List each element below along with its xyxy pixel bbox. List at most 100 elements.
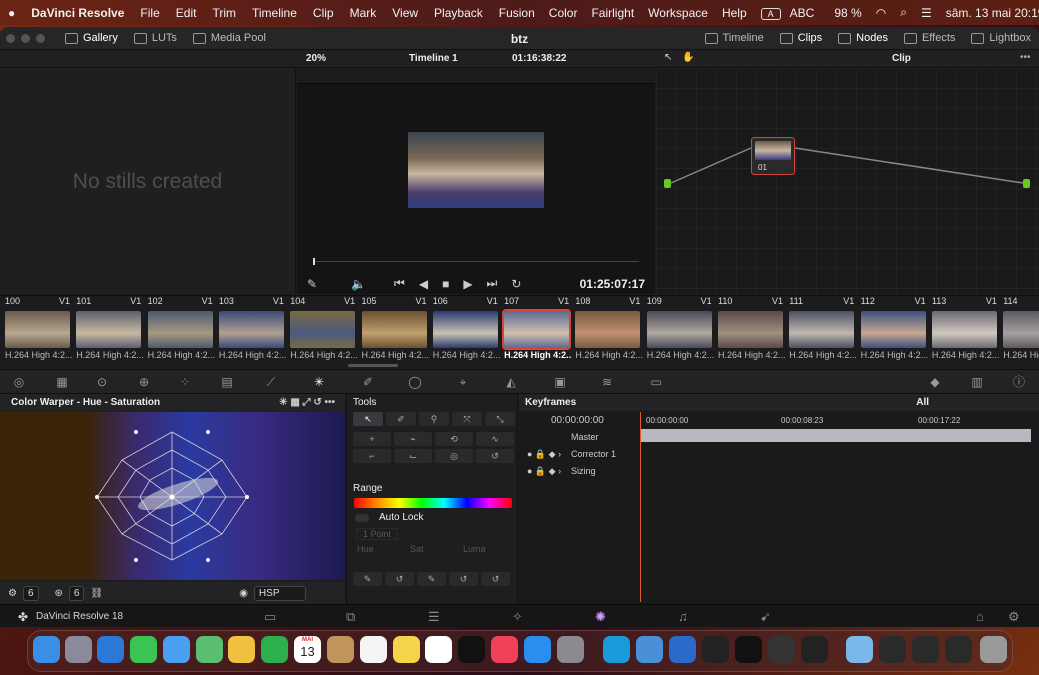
clip-mode-select[interactable]: Clip xyxy=(892,53,911,64)
recent-window-icon[interactable] xyxy=(912,636,939,663)
smooth-icon[interactable]: ∿ xyxy=(476,432,514,446)
notes-icon[interactable] xyxy=(393,636,420,663)
terminal-icon[interactable] xyxy=(735,636,762,663)
magic-mask-icon[interactable]: ◭ xyxy=(504,376,518,388)
preview-icon[interactable] xyxy=(636,636,663,663)
color-space-select[interactable]: HSP xyxy=(253,585,306,601)
scopes-icon[interactable]: ▥ xyxy=(970,376,984,388)
menu-fusion[interactable]: Fusion xyxy=(491,6,543,20)
jump-end-icon[interactable]: ⏭ xyxy=(487,276,498,291)
picker-luma-icon[interactable]: ✎ xyxy=(417,572,446,586)
appletv-icon[interactable] xyxy=(458,636,485,663)
clip-thumbnail[interactable]: 105 V1 H.264 High 4:2... xyxy=(359,296,430,362)
quicktime-icon[interactable] xyxy=(801,636,828,663)
clip-thumbnail[interactable]: 111 V1 H.264 High 4:2... xyxy=(786,296,857,362)
jump-start-icon[interactable]: ⏮ xyxy=(394,276,405,291)
hue-wheel-icon[interactable]: ◎ xyxy=(435,449,473,463)
color-warper-icon[interactable]: ✳ xyxy=(312,376,326,388)
system-settings-icon[interactable] xyxy=(557,636,584,663)
menu-app-name[interactable]: DaVinci Resolve xyxy=(23,6,132,20)
clip-thumbnail[interactable]: 114 H.264 High xyxy=(1000,296,1039,362)
activity-monitor-icon[interactable] xyxy=(702,636,729,663)
photos-icon[interactable] xyxy=(228,636,255,663)
music-icon[interactable] xyxy=(491,636,518,663)
primaries-wheels-icon[interactable]: ⊙ xyxy=(95,376,109,388)
pin-tool-icon[interactable]: ✐ xyxy=(386,412,416,426)
menu-file[interactable]: File xyxy=(132,6,167,20)
clip-thumbnail[interactable]: 104 V1 H.264 High 4:2... xyxy=(287,296,358,362)
hdr-wheels-icon[interactable]: ⊕ xyxy=(137,376,151,388)
menu-help[interactable]: Help xyxy=(716,6,753,20)
clip-thumbnail[interactable]: 103 V1 H.264 High 4:2... xyxy=(216,296,287,362)
clip-thumbnail[interactable]: 108 V1 H.264 High 4:2... xyxy=(572,296,643,362)
menu-edit[interactable]: Edit xyxy=(168,6,205,20)
camera-raw-icon[interactable]: ◎ xyxy=(12,376,26,388)
safari-icon[interactable] xyxy=(97,636,124,663)
viewer-frame-image[interactable] xyxy=(408,132,544,208)
loop-icon[interactable]: ↻ xyxy=(511,277,521,291)
select-tool-icon[interactable]: ↖ xyxy=(353,412,383,426)
menu-clip[interactable]: Clip xyxy=(305,6,342,20)
viewer-timecode[interactable]: 01:16:38:22 xyxy=(512,53,566,64)
hand-tool-icon[interactable]: ✋ xyxy=(682,52,694,63)
auto-lock-switch[interactable] xyxy=(355,513,369,522)
clip-thumbnail[interactable]: 113 V1 H.264 High 4:2... xyxy=(929,296,1000,362)
contract-tool-icon[interactable]: ⤡ xyxy=(485,412,515,426)
home-icon[interactable]: ⌂ xyxy=(976,609,984,624)
menu-workspace[interactable]: Workspace xyxy=(642,6,714,20)
point-select[interactable]: 1 Point xyxy=(356,528,399,540)
link-icon[interactable]: ⛓ xyxy=(90,588,103,599)
davinci-resolve-dock-icon[interactable] xyxy=(768,636,795,663)
pointer-tool-icon[interactable]: ↖ xyxy=(664,52,672,63)
add-line-icon[interactable]: ⌁ xyxy=(394,432,432,446)
trash-icon[interactable] xyxy=(980,636,1007,663)
clip-thumbnail[interactable]: 110 V1 H.264 High 4:2... xyxy=(715,296,786,362)
menu-timeline[interactable]: Timeline xyxy=(244,6,305,20)
page-edit-icon[interactable]: ☰ xyxy=(428,609,440,625)
calendar-icon[interactable]: MAI 13 xyxy=(294,636,321,663)
color-warper-mesh[interactable] xyxy=(0,412,345,580)
keyframe-row-sizing[interactable]: ● 🔒 ◆ › Sizing xyxy=(519,463,1039,479)
page-cut-icon[interactable]: ⧉ xyxy=(346,609,355,625)
hue-grid-select[interactable]: 6 xyxy=(22,585,39,601)
clip-thumbnail[interactable]: 109 V1 H.264 High 4:2... xyxy=(644,296,715,362)
auto-lock-toggle[interactable]: Auto Lock xyxy=(355,512,423,523)
battery-status[interactable]: 98 % xyxy=(828,6,867,20)
page-media-icon[interactable]: ▭ xyxy=(264,609,276,625)
motion-effects-icon[interactable]: ▤ xyxy=(220,376,234,388)
reset-luma-icon[interactable]: ↺ xyxy=(449,572,478,586)
edge-icon[interactable] xyxy=(603,636,630,663)
blur-icon[interactable]: ▣ xyxy=(553,376,567,388)
picker-icon[interactable]: ✎ xyxy=(307,277,317,291)
info-icon[interactable]: ⓘ xyxy=(1012,376,1026,388)
freeform-icon[interactable] xyxy=(425,636,452,663)
sizing-icon[interactable]: ▭ xyxy=(649,376,663,388)
screens-icon[interactable] xyxy=(669,636,696,663)
point-tool-icon[interactable]: ⚲ xyxy=(419,412,449,426)
spotlight-search-icon[interactable]: ⌕ xyxy=(894,5,913,20)
messages-icon[interactable] xyxy=(130,636,157,663)
contacts-icon[interactable] xyxy=(327,636,354,663)
clip-thumbnail[interactable]: 102 V1 H.264 High 4:2... xyxy=(145,296,216,362)
keyframes-icon[interactable]: ◆ xyxy=(928,376,942,388)
control-center-icon[interactable]: ☰ xyxy=(915,6,938,20)
folder-icon[interactable] xyxy=(846,636,873,663)
expand-tool-icon[interactable]: ⤧ xyxy=(452,412,482,426)
reset-all-icon[interactable]: ↺ xyxy=(481,572,510,586)
menu-color[interactable]: Color xyxy=(543,6,584,20)
picker-hue-icon[interactable]: ✎ xyxy=(353,572,382,586)
add-point-icon[interactable]: + xyxy=(353,432,391,446)
recent-window-icon[interactable] xyxy=(879,636,906,663)
clip-thumbnail[interactable]: 107 V1 H.264 High 4:2... xyxy=(501,296,572,362)
more-options-icon[interactable]: ••• xyxy=(1020,52,1031,63)
sat-grid-select[interactable]: 6 xyxy=(68,585,85,601)
warper-mode-icon[interactable]: ✳ ▦ ⤢ ↺ ••• xyxy=(279,397,335,408)
qualifier-icon[interactable]: ✐ xyxy=(361,376,375,388)
zoom-select[interactable]: 20% xyxy=(306,53,326,64)
reset-hue-icon[interactable]: ↺ xyxy=(385,572,414,586)
page-color-icon[interactable]: ✺ xyxy=(595,609,606,625)
menu-playback[interactable]: Playback xyxy=(426,6,491,20)
reminders-icon[interactable] xyxy=(360,636,387,663)
keyframe-row-master[interactable]: Master xyxy=(519,429,1039,445)
select-lasso-icon[interactable]: ⌐ xyxy=(353,449,391,463)
